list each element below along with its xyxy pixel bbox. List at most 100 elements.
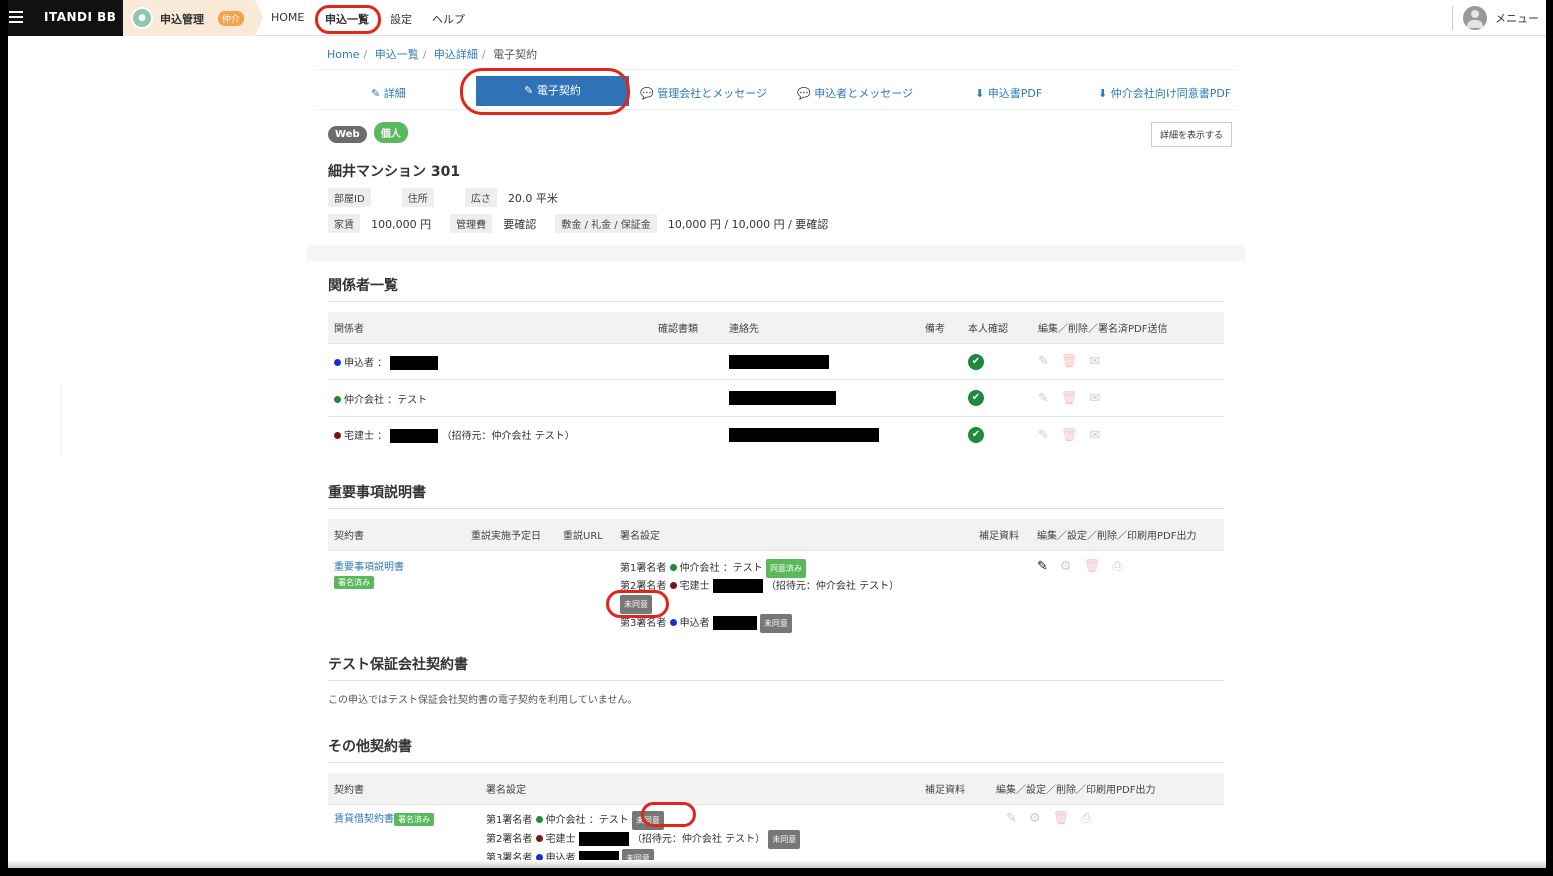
party-label: 仲介会社 ：テスト	[344, 394, 428, 406]
status-dot	[669, 618, 677, 626]
edit-icon[interactable]: ✎	[1038, 428, 1049, 443]
status-dot	[535, 835, 543, 842]
breadcrumb-application-list[interactable]: 申込一覧	[375, 48, 419, 61]
brand-bar: ITANDI BB	[8, 0, 123, 36]
print-icon[interactable]: ⎙	[1112, 559, 1122, 574]
signed-badge: 署名済み	[334, 575, 374, 589]
edit-icon[interactable]: ✎	[1006, 811, 1017, 826]
area-label: 広さ	[464, 188, 497, 207]
property-row-1: 部屋ID 住所 広さ 20.0 平米	[328, 187, 1224, 207]
edit-icon[interactable]: ✎	[1037, 559, 1048, 574]
deposit-value: 10,000 円 / 10,000 円 / 要確認	[667, 218, 829, 231]
redacted-name	[712, 578, 763, 593]
room-id-label: 部屋ID	[328, 188, 371, 207]
redacted-name	[390, 429, 439, 444]
rent-label: 家賃	[328, 214, 360, 233]
send-mail-icon[interactable]: ✉	[1089, 391, 1100, 406]
edit-icon[interactable]: ✎	[1038, 391, 1049, 406]
guarantee-message: この申込ではテスト保証会社契約書の電子契約を利用していません。	[328, 695, 638, 706]
other-doc-link[interactable]: 賃貸借契約書	[334, 814, 394, 825]
nav-settings[interactable]: 設定	[390, 11, 412, 27]
table-row: 宅建士 ： （招待元：仲介会社 テスト） ✔ ✎ 🗑 ✉	[328, 416, 1224, 454]
col-url: 重説URL	[557, 518, 614, 550]
tab-e-contract[interactable]: ✎ 電子契約	[476, 76, 629, 106]
user-avatar-icon[interactable]	[1463, 6, 1487, 30]
verified-check-icon: ✔	[968, 390, 984, 406]
status-dot	[334, 395, 341, 403]
other-title: その他契約書	[328, 739, 412, 755]
parties-header-row: 関係者 確認書類 連絡先 備考 本人確認 編集／削除／署名済PDF送信	[328, 312, 1224, 344]
app-mascot-icon: ●	[131, 7, 153, 29]
redacted-contact	[729, 391, 836, 405]
party-label: 申込者 ：	[344, 357, 388, 369]
channel-pill: Web	[328, 126, 367, 143]
trash-icon[interactable]: 🗑	[1061, 428, 1078, 443]
redacted-contact	[729, 354, 829, 369]
breadcrumb-home[interactable]: Home	[327, 48, 359, 61]
important-title: 重要事項説明書	[328, 484, 426, 501]
user-menu[interactable]: メニュー	[1495, 10, 1539, 26]
status-dot	[334, 358, 341, 366]
rent-value: 100,000 円	[371, 218, 432, 231]
important-doc-link[interactable]: 重要事項説明書	[334, 559, 459, 576]
nav-home[interactable]: HOME	[271, 11, 304, 24]
nav-help[interactable]: ヘルプ	[432, 11, 465, 27]
important-table: 契約書 重説実施予定日 重説URL 署名設定 補足資料 編集／設定／削除／印刷用…	[328, 518, 1224, 640]
print-icon[interactable]: ⎙	[1081, 811, 1091, 826]
show-details-button[interactable]: 詳細を表示する	[1150, 122, 1232, 147]
property-name: 細井マンション 301	[328, 164, 461, 180]
col-signers: 署名設定	[614, 518, 973, 550]
tab-consent-pdf[interactable]: ⬇ 仲介会社向け同意書PDF	[1098, 85, 1231, 101]
send-mail-icon[interactable]: ✉	[1089, 428, 1100, 443]
send-mail-icon[interactable]: ✉	[1089, 354, 1100, 369]
tab-application-pdf[interactable]: ⬇ 申込書PDF	[975, 85, 1042, 101]
top-navbar: ITANDI BB ● 申込管理 仲介 HOME 申込一覧 設定 ヘルプ メニュ…	[8, 0, 1546, 36]
download-icon: ⬇	[1098, 87, 1111, 100]
gear-icon[interactable]: ⚙	[1029, 811, 1041, 826]
col-documents: 確認書類	[652, 312, 723, 344]
trash-icon[interactable]: 🗑	[1084, 559, 1101, 574]
mgmt-fee-value: 要確認	[503, 218, 537, 231]
tab-management-message[interactable]: 💬 管理会社とメッセージ	[640, 85, 767, 101]
col-schedule: 重説実施予定日	[465, 518, 557, 550]
property-summary: Web 個人 詳細を表示する 細井マンション 301 部屋ID 住所 広さ 20…	[315, 110, 1237, 245]
area-value: 20.0 平米	[507, 192, 558, 205]
col-contact: 連絡先	[723, 312, 919, 344]
edit-icon: ✎	[371, 87, 384, 100]
edit-icon[interactable]: ✎	[1038, 354, 1049, 369]
app-frame: ITANDI BB ● 申込管理 仲介 HOME 申込一覧 設定 ヘルプ メニュ…	[8, 0, 1546, 868]
status-dot	[535, 816, 543, 823]
redacted-contact	[729, 428, 879, 443]
trash-icon[interactable]: 🗑	[1053, 811, 1070, 826]
breadcrumb: Home / 申込一覧 / 申込詳細 / 電子契約	[315, 36, 1237, 70]
app-switcher[interactable]: ● 申込管理 仲介	[123, 0, 255, 36]
mgmt-fee-label: 管理費	[450, 214, 493, 233]
gear-icon[interactable]: ⚙	[1060, 559, 1072, 574]
col-contract: 契約書	[328, 518, 465, 550]
col-actions: 編集／削除／署名済PDF送信	[1032, 312, 1224, 344]
important-header-row: 契約書 重説実施予定日 重説URL 署名設定 補足資料 編集／設定／削除／印刷用…	[328, 518, 1224, 550]
app-label: 申込管理	[160, 13, 204, 26]
breadcrumb-application-detail[interactable]: 申込詳細	[434, 48, 478, 61]
status-dot	[669, 581, 677, 589]
brand-logo[interactable]: ITANDI BB	[44, 10, 116, 24]
trash-icon[interactable]: 🗑	[1061, 391, 1078, 406]
redacted-name	[390, 355, 439, 370]
verified-check-icon: ✔	[968, 427, 984, 444]
trash-icon[interactable]: 🗑	[1061, 354, 1078, 369]
tab-detail[interactable]: ✎ 詳細	[371, 85, 406, 101]
property-row-2: 家賃 100,000 円 管理費 要確認 敷金 / 礼金 / 保証金 10,00…	[328, 213, 1224, 233]
status-badge: 同意済み	[765, 558, 806, 578]
chat-icon: 💬	[640, 87, 658, 100]
nav-application-list[interactable]: 申込一覧	[325, 11, 369, 27]
edit-icon: ✎	[524, 84, 537, 97]
col-signers: 署名設定	[480, 773, 919, 805]
address-label: 住所	[401, 188, 434, 207]
hamburger-menu-icon[interactable]	[9, 11, 23, 23]
table-row: 賃貸借契約書 署名済み 第1署名者 仲介会社 ：テスト 未同意 第2署名者 宅建士…	[328, 804, 1224, 868]
status-badge: 未同意	[768, 830, 801, 849]
guarantee-title: テスト保証会社契約書	[328, 657, 468, 673]
col-party: 関係者	[328, 312, 652, 344]
party-label: 宅建士 ：	[344, 431, 388, 443]
tab-applicant-message[interactable]: 💬 申込者とメッセージ	[797, 85, 913, 101]
